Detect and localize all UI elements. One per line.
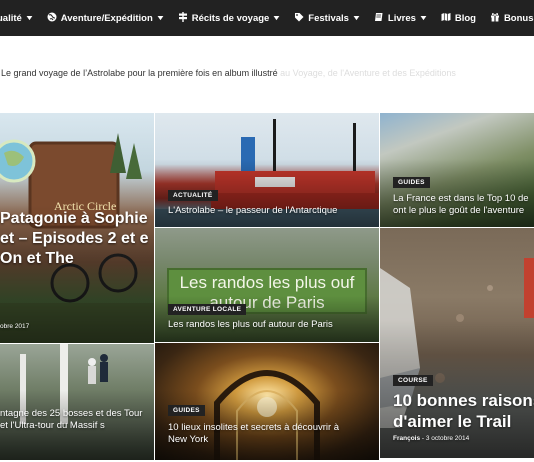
nav-item-livres[interactable]: Livres ▼ bbox=[367, 0, 434, 36]
chevron-down-icon: ▼ bbox=[155, 14, 166, 22]
ticker-faded-text: au Voyage, de l'Aventure et des Expéditi… bbox=[280, 68, 456, 78]
nav-item-label: Bonus bbox=[503, 12, 534, 24]
tag-icon bbox=[294, 12, 304, 25]
ticker-headline[interactable]: Le grand voyage de l’Astrolabe pour la p… bbox=[1, 68, 278, 78]
nav-item-label: ualité bbox=[0, 12, 22, 24]
tile-title[interactable]: La France est dans le Top 10 de ont le p… bbox=[393, 193, 534, 217]
chevron-down-icon: ▼ bbox=[351, 14, 362, 22]
category-badge[interactable]: ACTUALITÉ bbox=[168, 190, 218, 201]
featured-tile-patagonie[interactable]: Arctic Circle Patagonie à Sophie et – Ep… bbox=[0, 113, 154, 343]
chevron-down-icon: ▼ bbox=[418, 14, 429, 22]
category-badge[interactable]: COURSE bbox=[393, 375, 433, 386]
featured-tile-astrolabe[interactable]: ACTUALITÉ L'Astrolabe – le passeur de l'… bbox=[155, 113, 379, 227]
tile-title[interactable]: 10 lieux insolites et secrets à découvri… bbox=[168, 422, 358, 446]
tile-title[interactable]: ntagne des 25 bosses et des Tour et l'Ul… bbox=[0, 408, 150, 432]
nav-item-festivals[interactable]: Festivals ▼ bbox=[287, 0, 367, 36]
nav-item-blog[interactable]: Blog bbox=[434, 0, 483, 36]
signpost-icon bbox=[178, 11, 188, 25]
nav-item-label: Aventure/Expédition bbox=[60, 12, 153, 24]
nav-item-label: Livres bbox=[387, 12, 416, 24]
tile-date: obre 2017 bbox=[0, 323, 30, 330]
featured-tile-trail[interactable]: COURSE 10 bonnes raisons d'aimer le Trai… bbox=[380, 228, 534, 458]
nav-item-label: Festivals bbox=[308, 12, 349, 24]
tile-date: 3 octobre 2014 bbox=[425, 435, 470, 442]
tile-title-text: La France est dans le Top 10 de ont le p… bbox=[393, 193, 529, 216]
category-badge[interactable]: GUIDES bbox=[393, 177, 430, 188]
featured-tile-bosses[interactable]: ntagne des 25 bosses et des Tour et l'Ul… bbox=[0, 344, 154, 460]
nav-item-aventure[interactable]: Aventure/Expédition ▼ bbox=[40, 0, 171, 36]
category-badge[interactable]: GUIDES bbox=[168, 405, 205, 416]
featured-tile-france[interactable]: GUIDES La France est dans le Top 10 de o… bbox=[380, 113, 534, 227]
tile-title[interactable]: Les randos les plus ouf autour de Paris bbox=[168, 319, 373, 331]
nav-item-recits[interactable]: Récits de voyage ▼ bbox=[171, 0, 288, 36]
tile-title[interactable]: Patagonie à Sophie et – Episodes 2 et e … bbox=[0, 209, 150, 269]
tile-title[interactable]: L'Astrolabe – le passeur de l'Antarctiqu… bbox=[168, 205, 373, 217]
tile-meta: François - 3 octobre 2014 bbox=[393, 435, 470, 442]
category-badge[interactable]: AVENTURE LOCALE bbox=[168, 304, 247, 315]
chevron-down-icon: ▼ bbox=[24, 14, 35, 22]
tile-title[interactable]: 10 bonnes raisons d'aimer le Trail bbox=[393, 390, 534, 432]
nav-item-label: Blog bbox=[454, 12, 476, 24]
nav-item-bonus[interactable]: Bonus ▼ bbox=[483, 0, 534, 36]
book-icon bbox=[374, 12, 384, 25]
featured-tile-insolites[interactable]: GUIDES 10 lieux insolites et secrets à d… bbox=[155, 343, 379, 460]
globe-icon bbox=[47, 12, 57, 25]
featured-grid: Arctic Circle Patagonie à Sophie et – Ep… bbox=[0, 113, 534, 460]
main-navbar: ualité ▼ Aventure/Expédition ▼ Récits de… bbox=[0, 0, 534, 36]
featured-tile-randos[interactable]: Les randos les plus ouf autour de Paris … bbox=[155, 228, 379, 342]
gift-icon bbox=[490, 12, 500, 25]
tile-author[interactable]: François bbox=[393, 435, 420, 442]
nav-item-actualite[interactable]: ualité ▼ bbox=[0, 0, 40, 36]
chevron-down-icon: ▼ bbox=[271, 14, 282, 22]
nav-item-label: Récits de voyage bbox=[191, 12, 270, 24]
map-icon bbox=[441, 12, 451, 25]
news-ticker[interactable]: Le grand voyage de l’Astrolabe pour la p… bbox=[0, 68, 534, 82]
